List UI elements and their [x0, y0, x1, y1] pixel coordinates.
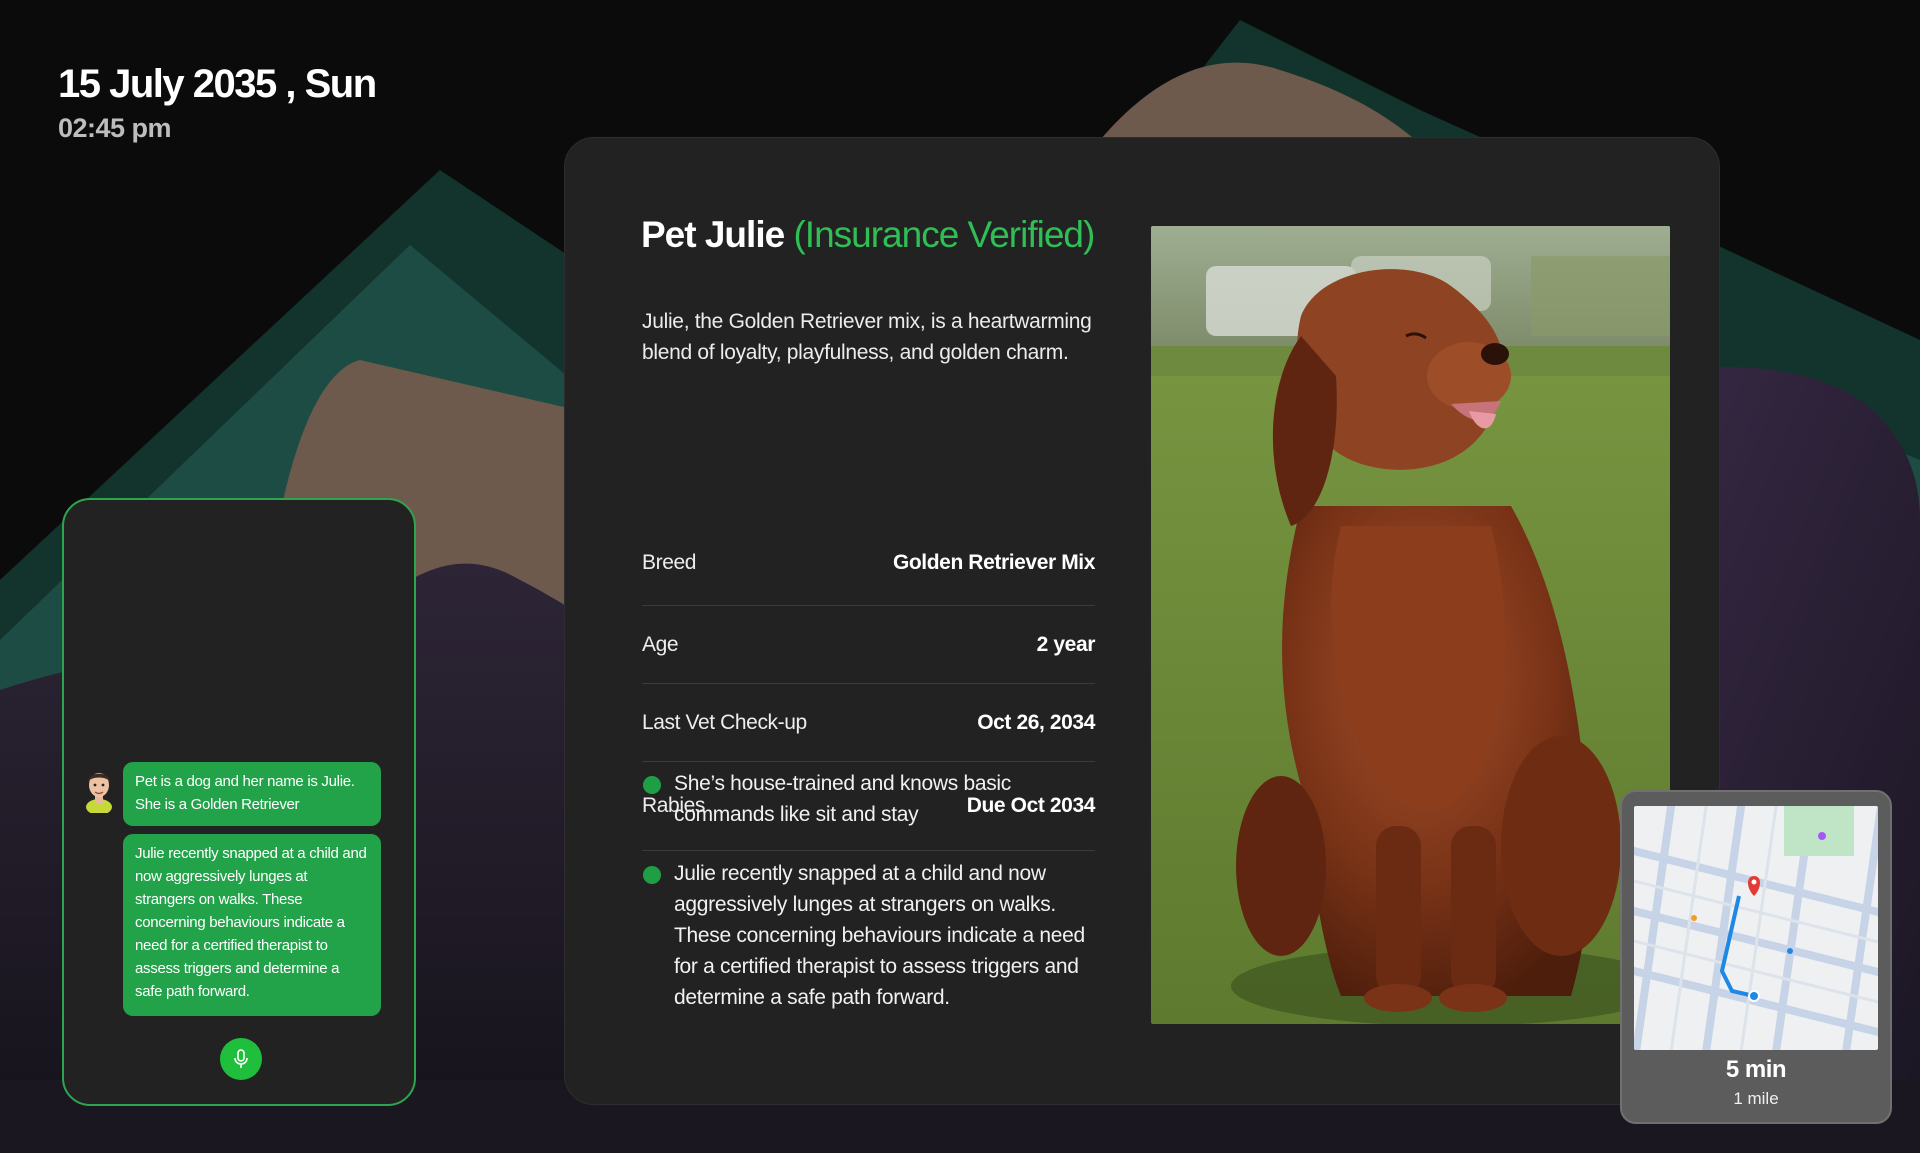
- spec-value: Oct 26, 2034: [977, 710, 1095, 734]
- date-label: 15 July 2035 , Sun: [58, 62, 377, 106]
- clock-widget: 15 July 2035 , Sun 02:45 pm: [58, 62, 377, 144]
- page-title: Pet Julie (Insurance Verified): [641, 214, 1095, 256]
- bullet-dot-icon: [643, 776, 661, 794]
- insurance-status: (Insurance Verified): [793, 214, 1095, 255]
- spec-row-breed: Breed Golden Retriever Mix: [642, 520, 1095, 606]
- distance-label: 1 mile: [1733, 1089, 1779, 1108]
- bullet-dot-icon: [643, 866, 661, 884]
- pet-description: Julie, the Golden Retriever mix, is a he…: [642, 310, 1092, 364]
- note-text: Julie recently snapped at a child and no…: [674, 862, 1085, 1009]
- spec-label: Breed: [642, 550, 697, 574]
- microphone-button[interactable]: [220, 1038, 262, 1080]
- time-label: 02:45 pm: [58, 113, 172, 143]
- microphone-icon: [234, 1049, 248, 1068]
- route-map[interactable]: [1634, 806, 1878, 1050]
- pet-notes: She’s house-trained and knows basic comm…: [643, 768, 1103, 1013]
- spec-value: Golden Retriever Mix: [892, 550, 1095, 574]
- spec-value: 2 year: [1036, 632, 1096, 656]
- pet-photo: [1151, 226, 1670, 1024]
- spec-row-vet-checkup: Last Vet Check-up Oct 26, 2034: [642, 684, 1095, 762]
- spec-label: Age: [642, 632, 679, 656]
- spec-label: Last Vet Check-up: [642, 710, 807, 734]
- avatar: [86, 773, 112, 813]
- chat-message: Pet is a dog and her name is Julie. She …: [123, 762, 381, 826]
- note-text: She’s house-trained and knows basic comm…: [674, 772, 1011, 826]
- map-widget[interactable]: 5 min 1 mile: [1620, 790, 1892, 1124]
- list-item: Julie recently snapped at a child and no…: [643, 858, 1103, 1013]
- pet-profile-card: Pet Julie (Insurance Verified) Julie, th…: [564, 137, 1720, 1105]
- chat-message: Julie recently snapped at a child and no…: [123, 834, 381, 1016]
- eta-label: 5 min: [1725, 1056, 1787, 1083]
- list-item: She’s house-trained and knows basic comm…: [643, 768, 1103, 830]
- pet-name: Pet Julie: [641, 214, 785, 255]
- chat-panel: Pet is a dog and her name is Julie. She …: [62, 498, 416, 1106]
- spec-row-age: Age 2 year: [642, 606, 1095, 684]
